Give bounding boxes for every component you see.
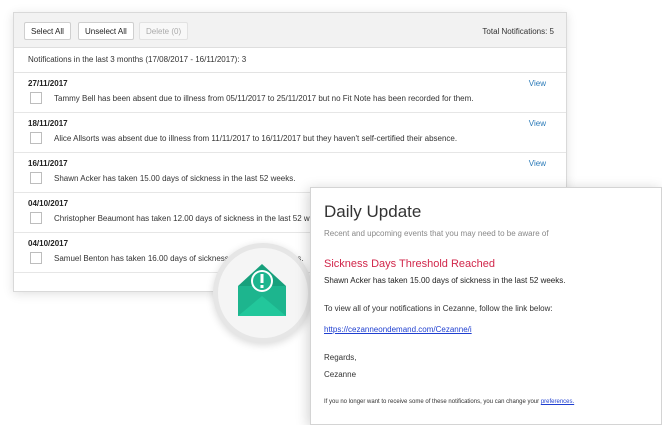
cezanne-link[interactable]: https://cezanneondemand.com/Cezanne/i — [324, 325, 472, 334]
email-signature: Cezanne — [324, 370, 357, 379]
email-footer-text: If you no longer want to receive some of… — [324, 399, 540, 405]
envelope-alert-icon — [238, 264, 286, 316]
notification-checkbox[interactable] — [30, 132, 42, 144]
notification-checkbox[interactable] — [30, 212, 42, 224]
notification-message: Christopher Beaumont has taken 12.00 day… — [54, 214, 329, 223]
view-link[interactable]: View — [529, 79, 546, 88]
envelope-badge — [213, 243, 313, 343]
notification-checkbox[interactable] — [30, 172, 42, 184]
notification-message: Alice Allsorts was absent due to illness… — [54, 134, 458, 143]
notification-message: Shawn Acker has taken 15.00 days of sick… — [54, 174, 296, 183]
notification-row: 18/11/2017 Alice Allsorts was absent due… — [14, 113, 566, 153]
notification-date: 27/11/2017 — [28, 79, 68, 88]
notification-row: 27/11/2017 Tammy Bell has been absent du… — [14, 73, 566, 113]
view-link[interactable]: View — [529, 159, 546, 168]
notification-checkbox[interactable] — [30, 92, 42, 104]
preferences-link[interactable]: preferences. — [541, 399, 574, 405]
view-link[interactable]: View — [529, 119, 546, 128]
daily-update-email: Daily Update Recent and upcoming events … — [310, 187, 662, 425]
email-footer: If you no longer want to receive some of… — [324, 399, 574, 405]
email-subtitle: Recent and upcoming events that you may … — [324, 229, 549, 238]
notification-checkbox[interactable] — [30, 252, 42, 264]
notification-date: 04/10/2017 — [28, 239, 69, 248]
total-notifications: Total Notifications: 5 — [482, 27, 554, 36]
notifications-toolbar: Select All Unselect All Delete (0) Total… — [14, 13, 566, 48]
notification-date: 04/10/2017 — [28, 199, 69, 208]
notification-date: 18/11/2017 — [28, 119, 68, 128]
notification-date: 16/11/2017 — [28, 159, 68, 168]
email-title: Daily Update — [324, 202, 422, 221]
email-regards: Regards, — [324, 353, 357, 362]
notification-message: Tammy Bell has been absent due to illnes… — [54, 94, 474, 103]
email-heading: Sickness Days Threshold Reached — [324, 258, 495, 270]
email-detail: Shawn Acker has taken 15.00 days of sick… — [324, 276, 566, 285]
delete-button[interactable]: Delete (0) — [139, 22, 189, 40]
notifications-summary: Notifications in the last 3 months (17/0… — [14, 48, 566, 73]
unselect-all-button[interactable]: Unselect All — [78, 22, 134, 40]
email-text: To view all of your notifications in Cez… — [324, 304, 553, 313]
select-all-button[interactable]: Select All — [24, 22, 71, 40]
